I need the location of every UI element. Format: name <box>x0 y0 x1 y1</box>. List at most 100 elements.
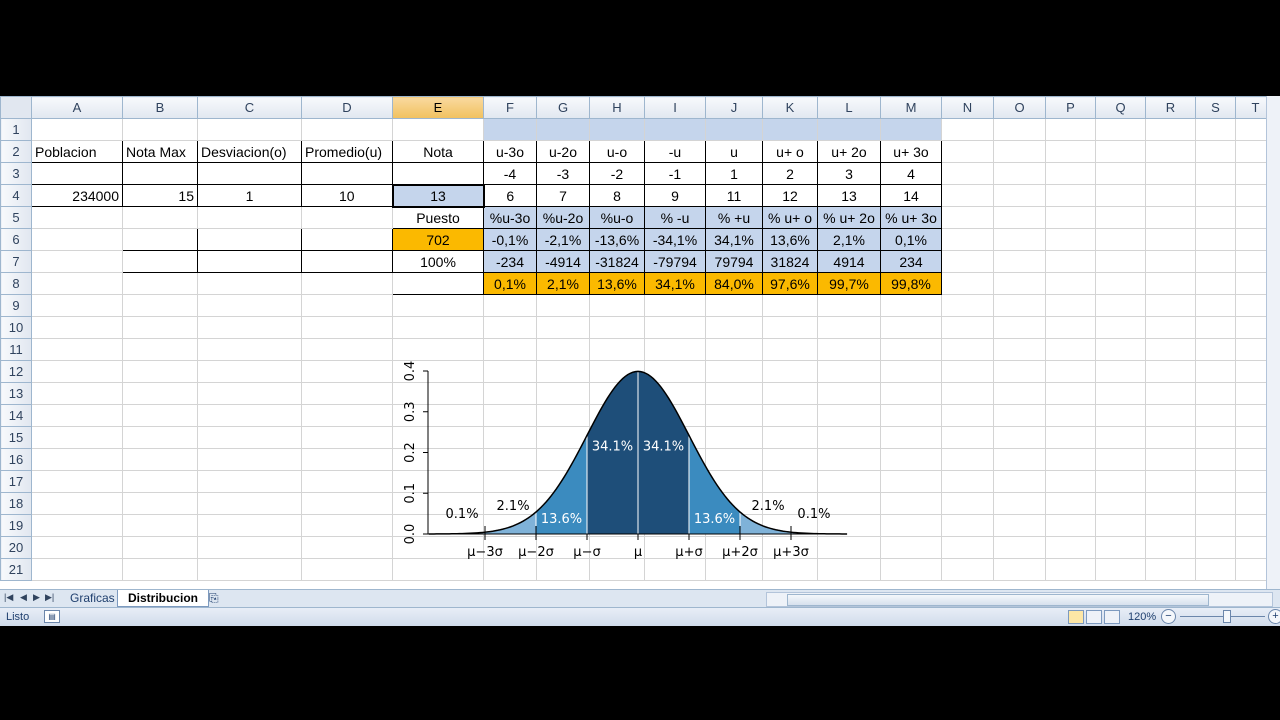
cell-e2[interactable]: Nota <box>392 140 484 163</box>
column-header-f[interactable]: F <box>483 96 537 119</box>
row-header-21[interactable]: 21 <box>0 558 32 581</box>
cell-p9[interactable] <box>1045 294 1096 317</box>
cell-i8[interactable]: 34,1% <box>644 272 706 295</box>
cell-s7[interactable] <box>1195 250 1236 273</box>
cell-s18[interactable] <box>1195 492 1236 515</box>
cell-b3[interactable] <box>122 162 198 185</box>
cell-m20[interactable] <box>880 536 942 559</box>
cell-q8[interactable] <box>1095 272 1146 295</box>
cell-p6[interactable] <box>1045 228 1096 251</box>
column-header-e[interactable]: E <box>392 96 484 119</box>
cell-p18[interactable] <box>1045 492 1096 515</box>
cell-q4[interactable] <box>1095 184 1146 207</box>
cell-n5[interactable] <box>941 206 994 229</box>
cell-d1[interactable] <box>301 118 393 141</box>
first-sheet-icon[interactable]: |◀ <box>4 592 13 603</box>
cell-g9[interactable] <box>536 294 590 317</box>
cell-a1[interactable] <box>31 118 123 141</box>
cell-r9[interactable] <box>1145 294 1196 317</box>
cell-a10[interactable] <box>31 316 123 339</box>
cell-r6[interactable] <box>1145 228 1196 251</box>
cell-q10[interactable] <box>1095 316 1146 339</box>
cell-b10[interactable] <box>122 316 198 339</box>
cell-d21[interactable] <box>301 558 393 581</box>
cell-j4[interactable]: 11 <box>705 184 763 207</box>
column-header-m[interactable]: M <box>880 96 942 119</box>
cell-o19[interactable] <box>993 514 1046 537</box>
cell-d18[interactable] <box>301 492 393 515</box>
cell-e3[interactable] <box>392 162 484 185</box>
cell-f9[interactable] <box>483 294 537 317</box>
row-header-1[interactable]: 1 <box>0 118 32 141</box>
cell-c15[interactable] <box>197 426 302 449</box>
cell-a5[interactable] <box>31 206 123 229</box>
cell-m9[interactable] <box>880 294 942 317</box>
cell-e4[interactable]: 13 <box>391 183 485 208</box>
horizontal-scrollbar[interactable] <box>766 592 1273 607</box>
cell-r1[interactable] <box>1145 118 1196 141</box>
cell-b8[interactable] <box>122 272 198 295</box>
cell-g1[interactable] <box>536 118 590 141</box>
row-header-9[interactable]: 9 <box>0 294 32 317</box>
cell-a12[interactable] <box>31 360 123 383</box>
cell-h1[interactable] <box>589 118 645 141</box>
cell-d8[interactable] <box>301 272 393 295</box>
cell-a13[interactable] <box>31 382 123 405</box>
cell-d20[interactable] <box>301 536 393 559</box>
cell-h4[interactable]: 8 <box>589 184 645 207</box>
cell-d11[interactable] <box>301 338 393 361</box>
cell-a9[interactable] <box>31 294 123 317</box>
cell-q20[interactable] <box>1095 536 1146 559</box>
cell-p11[interactable] <box>1045 338 1096 361</box>
column-header-g[interactable]: G <box>536 96 590 119</box>
cell-m5[interactable]: % u+ 3o <box>880 206 942 229</box>
cell-c19[interactable] <box>197 514 302 537</box>
cell-m15[interactable] <box>880 426 942 449</box>
cell-a6[interactable] <box>31 228 123 251</box>
cell-h5[interactable]: %u-o <box>589 206 645 229</box>
cell-r13[interactable] <box>1145 382 1196 405</box>
cell-s15[interactable] <box>1195 426 1236 449</box>
cell-b13[interactable] <box>122 382 198 405</box>
cell-b18[interactable] <box>122 492 198 515</box>
cell-q5[interactable] <box>1095 206 1146 229</box>
cell-o2[interactable] <box>993 140 1046 163</box>
cell-e1[interactable] <box>392 118 484 141</box>
column-header-n[interactable]: N <box>941 96 994 119</box>
cell-j2[interactable]: u <box>705 140 763 163</box>
cell-p3[interactable] <box>1045 162 1096 185</box>
cell-e6[interactable]: 702 <box>392 228 484 251</box>
cell-b16[interactable] <box>122 448 198 471</box>
insert-sheet-icon[interactable]: ⎘ <box>205 590 223 606</box>
cell-e7[interactable]: 100% <box>392 250 484 273</box>
cell-h7[interactable]: -31824 <box>589 250 645 273</box>
cell-i9[interactable] <box>644 294 706 317</box>
row-header-16[interactable]: 16 <box>0 448 32 471</box>
cell-q2[interactable] <box>1095 140 1146 163</box>
cell-b2[interactable]: Nota Max <box>122 140 198 163</box>
cell-c21[interactable] <box>197 558 302 581</box>
cell-s20[interactable] <box>1195 536 1236 559</box>
cell-r2[interactable] <box>1145 140 1196 163</box>
cell-q7[interactable] <box>1095 250 1146 273</box>
cell-s3[interactable] <box>1195 162 1236 185</box>
cell-c20[interactable] <box>197 536 302 559</box>
cell-j1[interactable] <box>705 118 763 141</box>
cell-d9[interactable] <box>301 294 393 317</box>
cell-l9[interactable] <box>817 294 881 317</box>
cell-p1[interactable] <box>1045 118 1096 141</box>
cell-r12[interactable] <box>1145 360 1196 383</box>
macro-record-icon[interactable]: ▤ <box>44 610 60 623</box>
cell-g6[interactable]: -2,1% <box>536 228 590 251</box>
cell-f8[interactable]: 0,1% <box>483 272 537 295</box>
cell-n21[interactable] <box>941 558 994 581</box>
row-header-2[interactable]: 2 <box>0 140 32 163</box>
cell-m3[interactable]: 4 <box>880 162 942 185</box>
cell-p20[interactable] <box>1045 536 1096 559</box>
cell-s9[interactable] <box>1195 294 1236 317</box>
cell-c13[interactable] <box>197 382 302 405</box>
cell-i1[interactable] <box>644 118 706 141</box>
cell-c1[interactable] <box>197 118 302 141</box>
cell-n14[interactable] <box>941 404 994 427</box>
column-header-q[interactable]: Q <box>1095 96 1146 119</box>
